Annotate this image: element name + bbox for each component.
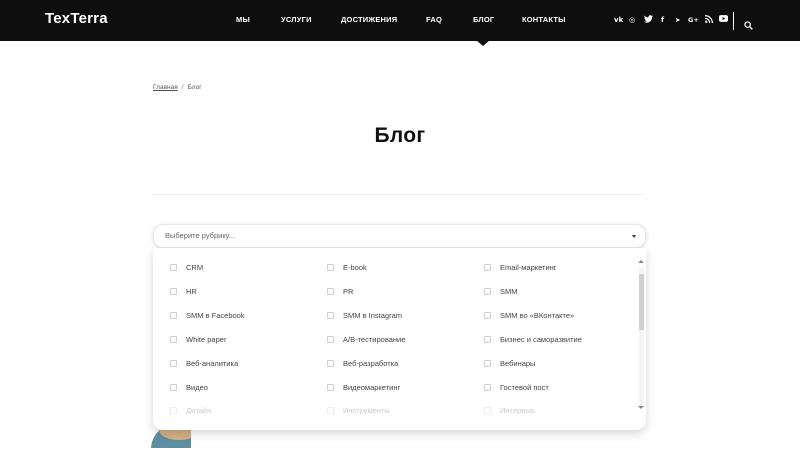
category-option-label: E-book [343, 263, 367, 272]
top-navigation-bar: TexTerra МЫ УСЛУГИ ДОСТИЖЕНИЯ FAQ БЛОГ К… [0, 0, 800, 41]
nav-item-achievements[interactable]: ДОСТИЖЕНИЯ [341, 15, 397, 24]
category-option-label: Видеомаркетинг [343, 383, 401, 392]
category-option-label: Инструменты [343, 406, 390, 415]
category-option-label: CRM [186, 263, 204, 272]
category-option-label: Email-маркетинг [500, 263, 557, 272]
breadcrumb-separator: / [181, 84, 184, 91]
nav-item-blog[interactable]: БЛОГ [473, 15, 494, 24]
category-option-label: Видео [186, 383, 208, 392]
search-icon[interactable] [744, 15, 754, 30]
nav-item-faq[interactable]: FAQ [426, 15, 442, 24]
chevron-down-icon[interactable] [632, 235, 636, 238]
checkbox[interactable] [170, 360, 177, 367]
category-option-label: Гостевой пост [500, 383, 549, 392]
title-divider [153, 194, 645, 195]
nav-item-contacts[interactable]: КОНТАКТЫ [522, 15, 566, 24]
checkbox[interactable] [170, 288, 177, 295]
checkbox[interactable] [170, 384, 177, 391]
category-select[interactable]: Выберите рубрику... [153, 224, 646, 248]
logo[interactable]: TexTerra [45, 10, 108, 27]
breadcrumb: Главная / Блог [153, 84, 202, 91]
checkbox[interactable] [327, 264, 334, 271]
facebook-icon[interactable]: f [661, 15, 664, 25]
checkbox[interactable] [327, 336, 334, 343]
breadcrumb-current: Блог [187, 84, 202, 91]
checkbox[interactable] [327, 360, 334, 367]
category-select-placeholder: Выберите рубрику... [165, 231, 235, 240]
scroll-up-arrow-icon[interactable] [638, 260, 644, 263]
checkbox[interactable] [327, 407, 334, 414]
vk-icon[interactable]: vk [614, 15, 623, 25]
scrollbar-thumb[interactable] [639, 274, 644, 330]
page-title: Блог [374, 124, 426, 147]
checkbox[interactable] [484, 312, 491, 319]
checkbox[interactable] [484, 336, 491, 343]
dropdown-scrollbar[interactable] [638, 268, 645, 408]
checkbox[interactable] [327, 288, 334, 295]
checkbox[interactable] [170, 407, 177, 414]
category-option-label: SMM [500, 287, 518, 296]
scroll-down-arrow-icon[interactable] [638, 406, 644, 409]
checkbox[interactable] [484, 288, 491, 295]
google-plus-icon[interactable]: G+ [688, 15, 699, 25]
category-option-label: Веб-аналитика [186, 359, 239, 368]
category-dropdown-list: CRM E-book Email-маркетинг HR PR SMM SMM… [153, 248, 646, 430]
checkbox[interactable] [484, 384, 491, 391]
header-divider [733, 12, 734, 30]
twitter-icon[interactable] [644, 15, 653, 26]
category-option-label: SMM во «ВКонтакте» [500, 311, 575, 320]
checkbox[interactable] [327, 384, 334, 391]
category-option-label: HR [186, 287, 197, 296]
category-option-label: Интервью [500, 406, 535, 415]
instagram-icon[interactable]: ◎ [629, 15, 635, 25]
nav-item-services[interactable]: УСЛУГИ [281, 15, 312, 24]
youtube-icon[interactable] [719, 15, 728, 25]
category-option-label: Бизнес и саморазвитие [500, 335, 582, 344]
category-option-label: Вебинары [500, 359, 536, 368]
checkbox[interactable] [170, 264, 177, 271]
category-option-label: SMM в Instagram [343, 311, 402, 320]
nav-item-we[interactable]: МЫ [236, 15, 250, 24]
category-option-label: SMM в Facebook [186, 311, 245, 320]
checkbox[interactable] [170, 312, 177, 319]
checkbox[interactable] [484, 407, 491, 414]
telegram-icon[interactable]: ➤ [675, 15, 680, 25]
checkbox[interactable] [484, 264, 491, 271]
category-option-label: White paper [186, 335, 227, 344]
category-option-label: Веб-разработка [343, 359, 399, 368]
checkbox[interactable] [484, 360, 491, 367]
breadcrumb-home-link[interactable]: Главная [153, 84, 178, 91]
category-option-label: Дизайн [186, 406, 212, 415]
category-option-label: A/B-тестирование [343, 335, 406, 344]
checkbox[interactable] [170, 336, 177, 343]
active-nav-indicator [476, 40, 490, 46]
rss-icon[interactable] [704, 15, 713, 26]
checkbox[interactable] [327, 312, 334, 319]
category-option-label: PR [343, 287, 354, 296]
